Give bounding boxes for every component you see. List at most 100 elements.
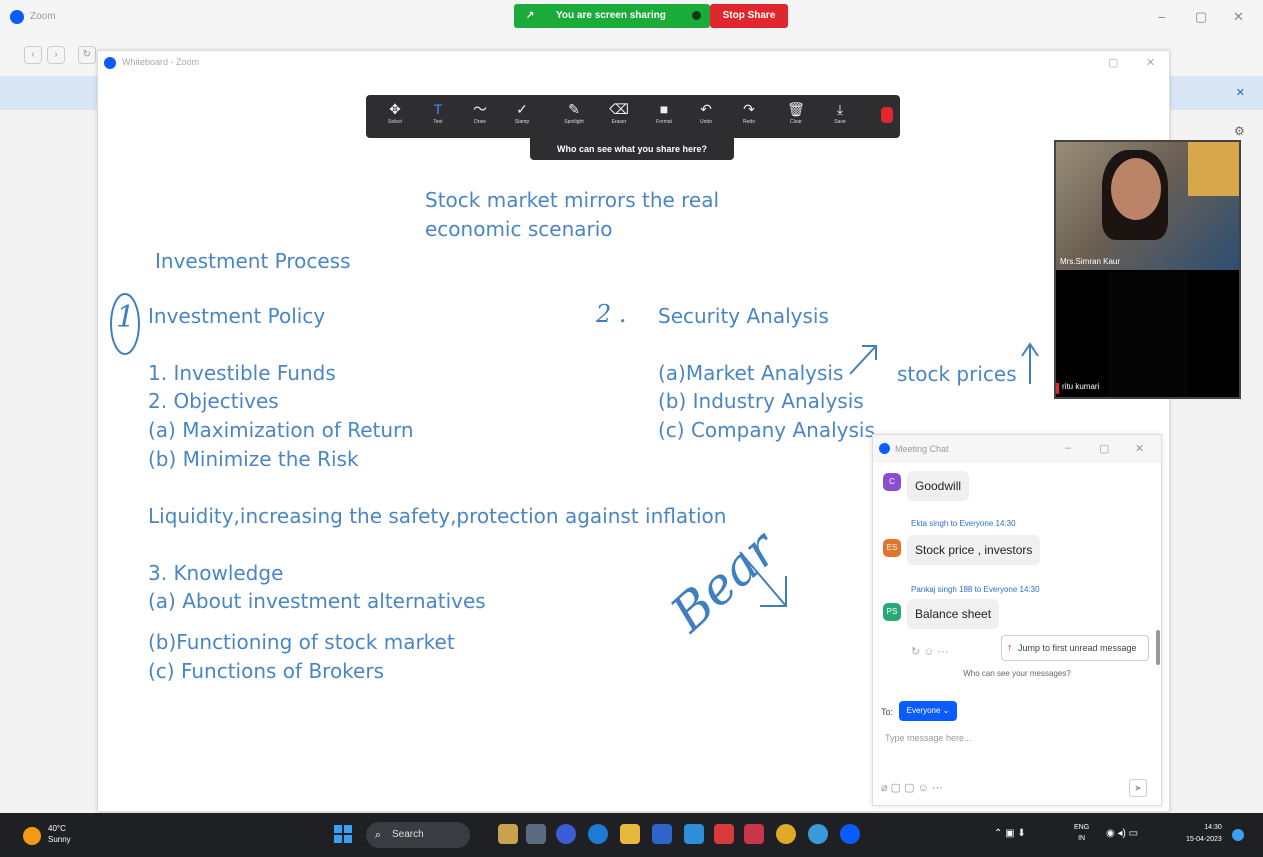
chrome-icon[interactable] [776, 824, 796, 844]
tool-select[interactable]: ✥ Select [378, 99, 412, 135]
chat-avatar: PS [883, 603, 901, 621]
close-icon[interactable]: ✕ [1233, 9, 1244, 25]
tool-spotlight[interactable]: ✎ Spotlight [557, 99, 591, 135]
tool-draw[interactable]: 〜 Draw [463, 99, 497, 135]
app-icon[interactable] [498, 824, 518, 844]
chat-avatar: C [883, 473, 901, 491]
sharing-status-text: You are screen sharing [556, 10, 666, 21]
app-icon[interactable] [684, 824, 704, 844]
wb-maximize-icon[interactable]: ▢ [1108, 56, 1118, 69]
message-actions[interactable]: ↻ ☺ ⋯ [911, 645, 949, 658]
who-can-see-messages[interactable]: Who can see your messages? [873, 669, 1161, 678]
taskbar-search[interactable]: ⌕ Search [366, 822, 470, 848]
tool-label: Draw [474, 119, 486, 125]
app-icon[interactable] [714, 824, 734, 844]
chat-message-input[interactable]: Type message here... [885, 733, 972, 743]
back-icon[interactable]: ‹ [24, 46, 42, 64]
refresh-icon[interactable]: ↻ [78, 46, 96, 64]
list-item-brokers: (c) Functions of Brokers [148, 659, 384, 683]
file-explorer-icon[interactable] [620, 824, 640, 844]
trash-icon: 🗑 [787, 101, 805, 117]
security-analysis-heading: Security Analysis [658, 304, 829, 328]
up-arrow-icon: ↑ [1007, 642, 1013, 654]
chat-header: Meeting Chat – ▢ ✕ [873, 435, 1161, 463]
tool-save[interactable]: ⤓ Save [823, 99, 857, 135]
investment-policy-heading: Investment Policy [148, 304, 326, 328]
chat-message[interactable]: Stock price , investors [907, 535, 1041, 565]
to-label: To: [881, 707, 894, 717]
maximize-icon[interactable]: ▢ [1195, 9, 1207, 25]
tool-label: Format [656, 119, 672, 125]
zoom-taskbar-icon[interactable] [840, 824, 860, 844]
wb-close-icon[interactable]: ✕ [1146, 56, 1155, 69]
chat-scrollbar[interactable] [1156, 630, 1160, 665]
send-icon[interactable]: ➤ [1129, 779, 1147, 797]
pause-icon[interactable] [692, 11, 701, 20]
close-toolbar-icon[interactable] [881, 107, 893, 123]
list-item-knowledge: 3. Knowledge [148, 561, 284, 585]
taskbar-clock[interactable]: 14:30 15-04-2023 [1186, 822, 1222, 846]
chat-maximize-icon[interactable]: ▢ [1099, 442, 1109, 455]
text-icon: T [433, 101, 443, 117]
weather-widget[interactable]: 40°C Sunny [48, 823, 71, 845]
jump-to-unread-button[interactable]: ↑ Jump to first unread message [1001, 635, 1149, 661]
screen-sharing-status: ↗ You are screen sharing [514, 4, 710, 28]
app-icon[interactable] [556, 824, 576, 844]
tool-label: Undo [700, 119, 712, 125]
settings-icon[interactable]: ⚙ [1234, 124, 1245, 138]
stock-prices-note: stock prices [897, 362, 1017, 386]
tool-stamp[interactable]: ✓ Stamp [505, 99, 539, 135]
draw-icon: 〜 [473, 101, 487, 117]
tool-label: Save [834, 119, 846, 125]
list-item-minimize-risk: (b) Minimize the Risk [148, 447, 359, 471]
stop-share-button[interactable]: Stop Share [710, 4, 788, 28]
tray-icons[interactable]: ⌃ ▣ ⬇ [994, 828, 1026, 839]
edge-icon[interactable] [588, 824, 608, 844]
chat-close-icon[interactable]: ✕ [1135, 442, 1144, 455]
language-code: ENG [1074, 824, 1090, 831]
meeting-chat-panel[interactable]: Meeting Chat – ▢ ✕ C Goodwill Ekta singh… [872, 434, 1162, 806]
chat-message[interactable]: Goodwill [907, 471, 970, 501]
tool-format[interactable]: ■ Format [647, 99, 681, 135]
word-icon[interactable] [744, 824, 764, 844]
chat-input-tools[interactable]: ⌀ ▢ ▢ ☺ ⋯ [881, 781, 943, 794]
whiteboard-toolbar: ✥ Select T Text 〜 Draw ✓ Stamp ✎ Spotlight ⌫ Eraser… [366, 95, 900, 138]
who-can-see-banner[interactable]: Who can see what you share here? [530, 138, 734, 160]
undo-icon: ↶ [700, 101, 712, 117]
up-arrow-mark-1 [849, 345, 877, 375]
notification-icon[interactable] [1232, 829, 1244, 841]
wifi-volume-battery-icons[interactable]: ◉ ◂) ▭ [1106, 828, 1138, 839]
minimize-icon[interactable]: – [1158, 9, 1165, 24]
sharing-icon: ↗ [526, 10, 535, 21]
recipient-dropdown[interactable]: Everyone ⌄ [899, 701, 957, 721]
app-icon[interactable] [808, 824, 828, 844]
info-bar-close-icon[interactable]: ✕ [1236, 86, 1245, 99]
app-icon[interactable] [526, 824, 546, 844]
search-label: Search [392, 829, 424, 840]
wall-poster [1188, 142, 1239, 196]
participant-face [1111, 158, 1161, 220]
whiteboard-title: Whiteboard - Zoom [122, 57, 200, 67]
forward-icon[interactable]: › [47, 46, 65, 64]
weather-sun-icon[interactable] [23, 827, 41, 845]
clock-date: 15-04-2023 [1186, 836, 1222, 843]
save-icon: ⤓ [836, 101, 844, 117]
chat-message[interactable]: Balance sheet [907, 599, 1000, 629]
tool-label: Select [388, 119, 402, 125]
temperature: 40°C [48, 824, 66, 833]
tool-undo[interactable]: ↶ Undo [689, 99, 723, 135]
down-arrow-mark [739, 551, 787, 607]
chat-minimize-icon[interactable]: – [1065, 442, 1071, 454]
language-indicator[interactable]: ENG IN [1074, 822, 1089, 844]
tool-eraser[interactable]: ⌫ Eraser [602, 99, 636, 135]
start-menu-icon[interactable] [334, 825, 352, 843]
video-panel[interactable]: Mrs.Simran Kaur ▌ ritu kumari [1054, 140, 1241, 399]
chat-avatar: ES [883, 539, 901, 557]
app-icon[interactable] [652, 824, 672, 844]
headline-line-2: economic scenario [425, 217, 613, 241]
tool-redo[interactable]: ↷ Redo [732, 99, 766, 135]
tool-text[interactable]: T Text [421, 99, 455, 135]
stamp-icon: ✓ [516, 101, 528, 117]
tool-clear[interactable]: 🗑 Clear [779, 99, 813, 135]
region-code: IN [1078, 835, 1086, 842]
